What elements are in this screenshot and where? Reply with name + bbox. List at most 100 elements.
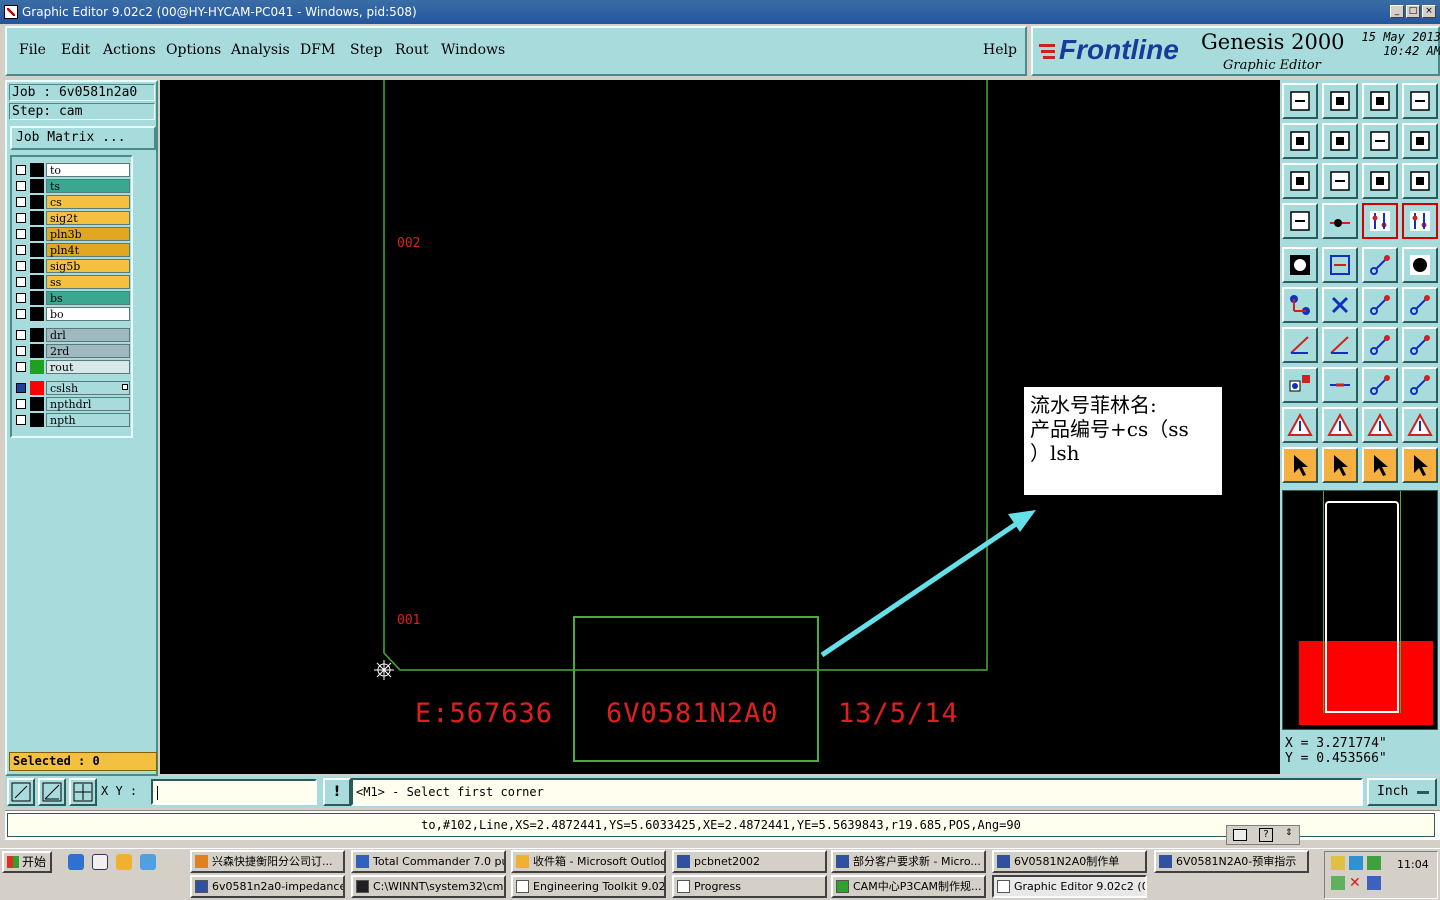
keyboard-icon[interactable] [1233, 829, 1247, 841]
start-button[interactable]: 开始 [2, 851, 52, 873]
window-title-bar[interactable]: Graphic Editor 9.02c2 (00@HY-HYCAM-PC041… [0, 0, 1440, 24]
layer-checkbox[interactable] [16, 181, 26, 191]
layer-row-ts[interactable]: ts [14, 179, 130, 193]
menu-rout[interactable]: Rout [395, 42, 429, 58]
layer-name[interactable]: bs [46, 291, 130, 305]
layer-color-swatch[interactable] [30, 413, 44, 427]
layer-name[interactable]: pln3b [46, 227, 130, 241]
taskbar-button[interactable]: 部分客户要求新 - Micro... [831, 850, 986, 873]
layer-name[interactable]: cs [46, 195, 130, 209]
units-button[interactable]: Inch [1367, 778, 1437, 806]
layer-checkbox[interactable] [16, 245, 26, 255]
taskbar-button[interactable]: Engineering Toolkit 9.02c... [511, 875, 666, 898]
taskbar-button[interactable]: 6V0581N2A0制作单 [992, 850, 1147, 873]
options-icon[interactable]: ⇕ [1285, 828, 1293, 838]
zoom-out-button[interactable] [1322, 83, 1358, 119]
layer-name[interactable]: rout [46, 360, 130, 374]
ime-toolbar[interactable]: ? ⇕ [1226, 825, 1300, 845]
layer-control-2-button[interactable] [1402, 203, 1438, 239]
break-button[interactable] [1322, 367, 1358, 403]
query-button[interactable] [1402, 163, 1438, 199]
move-button[interactable] [1362, 287, 1398, 323]
select-button[interactable] [1282, 447, 1318, 483]
layer-row-sig5b[interactable]: sig5b [14, 259, 130, 273]
copy-button[interactable] [1402, 287, 1438, 323]
job-matrix-button[interactable]: Job Matrix ... [10, 126, 156, 150]
menu-help[interactable]: Help [983, 42, 1017, 58]
layer-checkbox[interactable] [16, 293, 26, 303]
line-angle-button[interactable] [1322, 327, 1358, 363]
layer-color-swatch[interactable] [30, 360, 44, 374]
mirror-button[interactable] [1402, 327, 1438, 363]
connect-button[interactable] [1282, 287, 1318, 323]
xy-input[interactable] [151, 779, 317, 805]
media-icon[interactable] [140, 854, 156, 870]
layer-row-cs[interactable]: cs [14, 195, 130, 209]
graphic-canvas[interactable]: 002 001 E:567636 6V0581N2A0 13/5/14 流水号菲… [160, 80, 1280, 774]
layer-color-swatch[interactable] [30, 243, 44, 257]
layer-row-to[interactable]: to [14, 163, 130, 177]
layer-name[interactable]: ss [46, 275, 130, 289]
measure-button[interactable] [1282, 203, 1318, 239]
layer-checkbox[interactable] [16, 213, 26, 223]
menu-actions[interactable]: Actions [103, 42, 156, 58]
redraw-button[interactable] [1402, 123, 1438, 159]
zoom-home-button[interactable] [1282, 83, 1318, 119]
layer-color-swatch[interactable] [30, 275, 44, 289]
maximize-button[interactable]: □ [1406, 5, 1420, 18]
layer-color-swatch[interactable] [30, 328, 44, 342]
layer-color-swatch[interactable] [30, 211, 44, 225]
layer-row-sig2t[interactable]: sig2t [14, 211, 130, 225]
taskbar-button[interactable]: Total Commander 7.0 pu... [351, 850, 506, 873]
triangle-add-button[interactable] [1282, 407, 1318, 443]
layer-checkbox[interactable] [16, 261, 26, 271]
dimension-button[interactable] [1362, 367, 1398, 403]
layer-checkbox[interactable] [16, 229, 26, 239]
taskbar-button[interactable]: 收件箱 - Microsoft Outlook [511, 850, 666, 873]
menu-analysis[interactable]: Analysis [231, 42, 290, 58]
add-pad-button[interactable] [1282, 247, 1318, 283]
desktop-icon[interactable] [92, 854, 108, 870]
layer-row-pln3b[interactable]: pln3b [14, 227, 130, 241]
home-view-button[interactable] [1362, 83, 1398, 119]
layer-color-swatch[interactable] [30, 163, 44, 177]
layer-name[interactable]: cslsh [46, 381, 130, 395]
layer-name[interactable]: sig2t [46, 211, 130, 225]
taskbar-button[interactable]: pcbnet2002 [672, 850, 827, 873]
pattern-button[interactable] [1402, 367, 1438, 403]
layer-row-bo[interactable]: bo [14, 307, 130, 321]
taskbar-button[interactable]: Progress [672, 875, 827, 898]
layer-name[interactable]: drl [46, 328, 130, 342]
minimize-button[interactable]: _ [1390, 5, 1404, 18]
layer-checkbox[interactable] [16, 330, 26, 340]
layer-color-swatch[interactable] [30, 344, 44, 358]
add-circle-button[interactable] [1402, 247, 1438, 283]
overview-window[interactable] [1282, 490, 1438, 730]
layer-name[interactable]: sig5b [46, 259, 130, 273]
layer-color-swatch[interactable] [30, 195, 44, 209]
select-box-button[interactable] [1322, 447, 1358, 483]
layer-row-2rd[interactable]: 2rd [14, 344, 130, 358]
triangle-mark-button[interactable] [1362, 407, 1398, 443]
snap-mode-button[interactable] [7, 778, 35, 806]
arc-button[interactable] [1362, 327, 1398, 363]
layer-row-npthdrl[interactable]: npthdrl [14, 397, 130, 411]
fit-all-button[interactable] [1282, 163, 1318, 199]
tray-icon-2[interactable] [1349, 856, 1363, 870]
ie-icon[interactable] [68, 854, 84, 870]
tray-icon-5[interactable]: ✕ [1349, 876, 1363, 890]
layer-name[interactable]: ts [46, 179, 130, 193]
layer-color-swatch[interactable] [30, 397, 44, 411]
layer-checkbox[interactable] [16, 197, 26, 207]
layer-name[interactable]: npthdrl [46, 397, 130, 411]
outlook-icon[interactable] [116, 854, 132, 870]
resize-button[interactable] [1322, 247, 1358, 283]
menu-file[interactable]: File [19, 42, 46, 58]
select-rotate-button[interactable] [1362, 447, 1398, 483]
menu-options[interactable]: Options [166, 42, 221, 58]
pan-right-button[interactable] [1322, 123, 1358, 159]
layer-checkbox[interactable] [16, 277, 26, 287]
layer-checkbox[interactable] [16, 346, 26, 356]
tray-icon-6[interactable] [1367, 876, 1381, 890]
taskbar-button[interactable]: 兴森快捷衡阳分公司订... [190, 850, 345, 873]
